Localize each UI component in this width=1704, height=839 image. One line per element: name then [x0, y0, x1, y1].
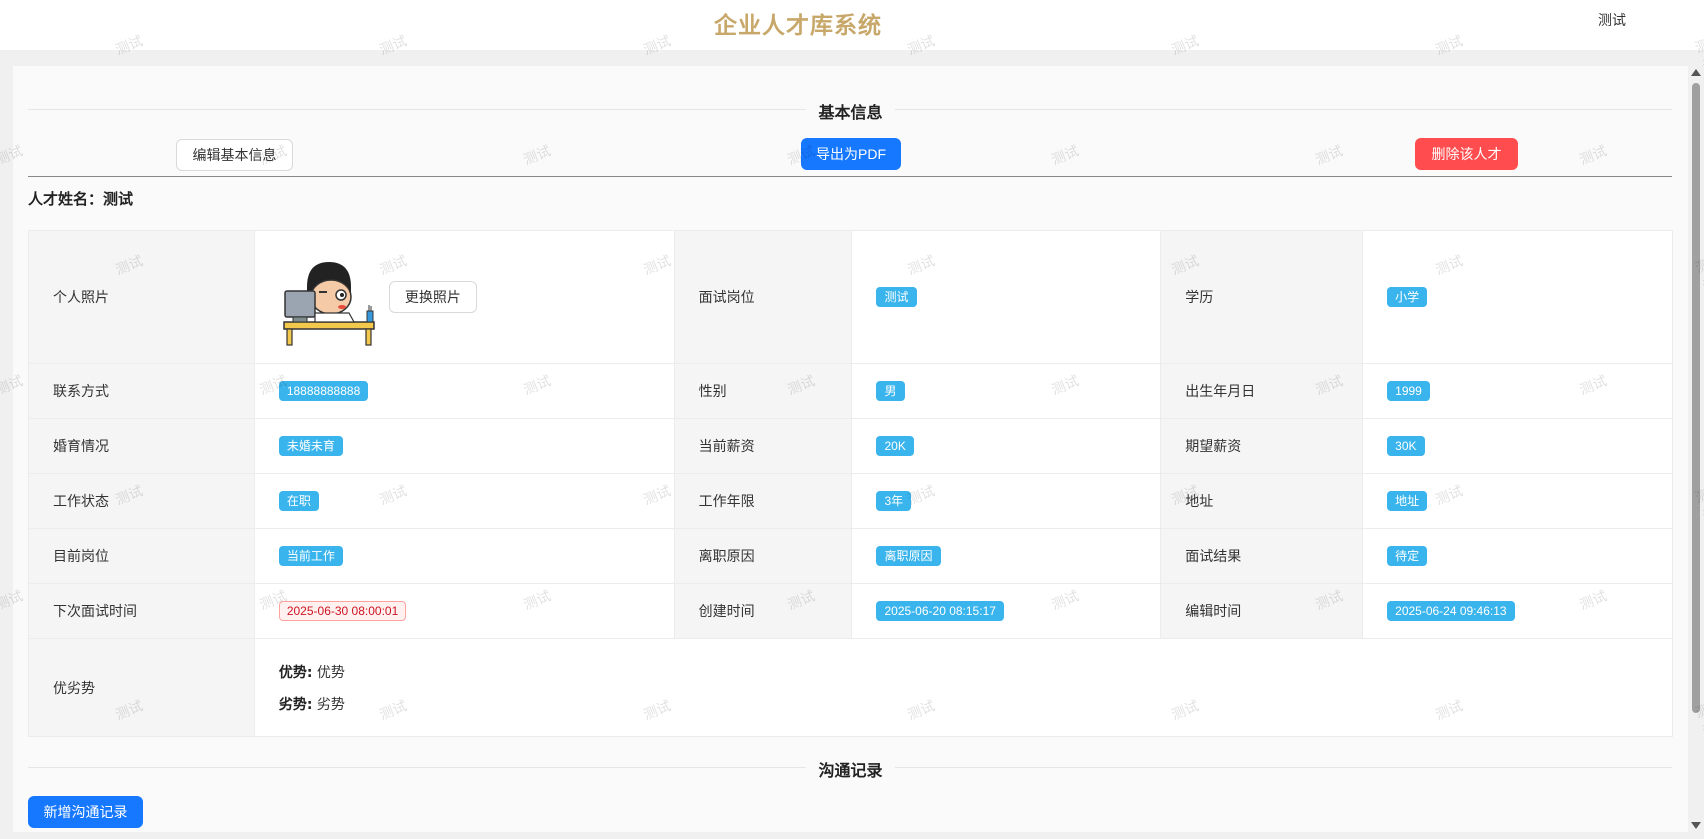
add-communication-record-button[interactable]: 新增沟通记录 [28, 796, 143, 828]
table-row: 个人照片 更换照片 面试岗位 测试 学历 小学 [28, 230, 1673, 364]
app-title: 企业人才库系统 [714, 13, 882, 39]
top-header: 企业人才库系统 测试 [0, 0, 1704, 50]
edited-time-label: 编辑时间 [1160, 583, 1364, 639]
work-years-label: 工作年限 [673, 473, 853, 529]
row0-value-1: 测试 [851, 230, 1162, 364]
created-time-tag: 2025-06-20 08:15:17 [876, 601, 1004, 621]
strength-value: 优势 [316, 664, 345, 681]
address-label: 地址 [1160, 473, 1364, 529]
work-years-tag: 3年 [876, 491, 912, 511]
weakness-label: 劣势: [278, 696, 313, 713]
talent-name: 人才姓名：测试 [28, 190, 134, 208]
main-content: 基本信息 编辑基本信息 导出为PDF 删除该人才 人才姓名：测试 个人照片 更换… [13, 66, 1688, 832]
table-row: 优劣势 优势: 优势 劣势: 劣势 [28, 638, 1674, 737]
table-row: 联系方式 18888888888 性别 男 出生年月日 1999 [28, 363, 1673, 419]
current-position-tag: 当前工作 [278, 546, 343, 566]
change-photo-button[interactable]: 更换照片 [388, 281, 477, 313]
current-salary-label: 当前薪资 [673, 418, 853, 474]
marital-tag: 未婚未育 [278, 436, 343, 456]
edited-time-tag: 2025-06-24 09:46:13 [1387, 601, 1515, 621]
scroll-down-icon[interactable] [1691, 822, 1701, 829]
table-row: 工作状态 在职 工作年限 3年 地址 地址 [28, 473, 1673, 529]
leave-reason-tag: 离职原因 [876, 546, 941, 566]
interview-result-tag: 待定 [1387, 546, 1428, 566]
delete-talent-button[interactable]: 删除该人才 [1415, 138, 1518, 170]
leave-reason-label: 离职原因 [673, 528, 853, 584]
gender-label: 性别 [673, 363, 853, 419]
created-time-label: 创建时间 [673, 583, 853, 639]
pros-cons-cell: 优势: 优势 劣势: 劣势 [253, 638, 1674, 737]
marital-label: 婚育情况 [28, 418, 255, 474]
weakness-line: 劣势: 劣势 [279, 694, 1648, 714]
section-title-comm: 沟通记录 [13, 757, 1688, 781]
weakness-value: 劣势 [316, 696, 345, 713]
strength-line: 优势: 优势 [279, 662, 1648, 682]
row0-label-1: 面试岗位 [673, 230, 853, 364]
table-row: 婚育情况 未婚未育 当前薪资 20K 期望薪资 30K [28, 418, 1673, 474]
education-tag: 小学 [1387, 287, 1428, 307]
next-interview-label: 下次面试时间 [28, 583, 255, 639]
strength-label: 优势: [278, 664, 313, 681]
user-name[interactable]: 测试 [1598, 10, 1626, 30]
export-pdf-button[interactable]: 导出为PDF [801, 138, 901, 170]
interview-position-tag: 测试 [876, 287, 917, 307]
photo-label: 个人照片 [28, 230, 255, 364]
photo-cell: 更换照片 [253, 230, 675, 364]
contact-tag: 18888888888 [278, 381, 369, 401]
scroll-thumb[interactable] [1692, 83, 1700, 713]
section-title-basic: 基本信息 [13, 99, 1688, 123]
vertical-scrollbar[interactable] [1688, 66, 1704, 832]
gender-tag: 男 [876, 381, 905, 401]
pros-cons-label: 优劣势 [28, 638, 255, 737]
current-salary-tag: 20K [876, 436, 914, 456]
work-status-label: 工作状态 [28, 473, 255, 529]
row0-label-2: 学历 [1160, 230, 1364, 364]
interview-result-label: 面试结果 [1160, 528, 1364, 584]
current-position-label: 目前岗位 [28, 528, 255, 584]
expected-salary-label: 期望薪资 [1160, 418, 1364, 474]
address-tag: 地址 [1387, 491, 1428, 511]
contact-label: 联系方式 [28, 363, 255, 419]
birth-tag: 1999 [1387, 381, 1430, 401]
next-interview-tag: 2025-06-30 08:00:01 [278, 601, 407, 621]
table-row: 下次面试时间 2025-06-30 08:00:01 创建时间 2025-06-… [28, 583, 1673, 639]
work-status-tag: 在职 [278, 491, 319, 511]
row0-value-2: 小学 [1362, 230, 1673, 364]
table-row: 目前岗位 当前工作 离职原因 离职原因 面试结果 待定 [28, 528, 1673, 584]
header-divider-line [28, 176, 1672, 177]
edit-basic-info-button[interactable]: 编辑基本信息 [176, 139, 293, 171]
birth-label: 出生年月日 [1160, 363, 1364, 419]
avatar [278, 247, 379, 347]
scroll-up-icon[interactable] [1691, 69, 1701, 76]
talent-details-table: 个人照片 更换照片 面试岗位 测试 学历 小学 联系方式 18888888888… [28, 230, 1674, 737]
expected-salary-tag: 30K [1387, 436, 1425, 456]
